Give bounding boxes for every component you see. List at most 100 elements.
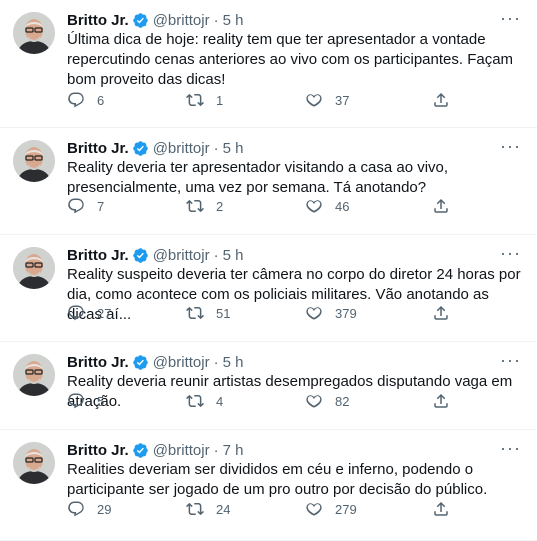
heart-icon <box>306 94 322 107</box>
more-icon[interactable]: ··· <box>500 9 521 27</box>
reply-button[interactable]: 7 <box>67 197 104 215</box>
retweet-count: 4 <box>216 393 224 409</box>
verified-badge-icon <box>132 247 148 263</box>
reply-icon <box>68 198 84 214</box>
share-button[interactable] <box>432 304 450 322</box>
share-icon <box>434 198 448 213</box>
tweet[interactable]: Britto Jr. @brittojr · 5 h ··· Reality d… <box>0 342 537 430</box>
share-icon <box>434 305 448 320</box>
reply-icon <box>68 92 84 108</box>
author-name[interactable]: Britto Jr. <box>67 442 129 459</box>
avatar[interactable] <box>13 354 55 396</box>
timeline-feed: Britto Jr. @brittojr · 5 h ··· Última di… <box>0 0 537 541</box>
verified-badge-icon <box>132 442 148 458</box>
reply-count: 5 <box>97 393 105 409</box>
reply-icon <box>68 501 84 517</box>
like-count: 37 <box>335 92 350 108</box>
like-button[interactable]: 46 <box>305 197 349 215</box>
author-name[interactable]: Britto Jr. <box>67 354 129 371</box>
author-handle[interactable]: @brittojr <box>153 354 210 371</box>
reply-count: 29 <box>97 501 112 517</box>
retweet-count: 24 <box>216 501 231 517</box>
timestamp[interactable]: 5 h <box>223 354 244 371</box>
heart-icon <box>306 307 322 320</box>
retweet-icon <box>186 394 204 408</box>
author-handle[interactable]: @brittojr <box>153 247 210 264</box>
retweet-button[interactable]: 51 <box>186 304 230 322</box>
like-count: 379 <box>335 305 357 321</box>
like-count: 46 <box>335 198 350 214</box>
timestamp[interactable]: 7 h <box>223 442 244 459</box>
more-icon[interactable]: ··· <box>500 439 521 457</box>
like-count: 82 <box>335 393 350 409</box>
reply-count: 7 <box>97 198 105 214</box>
author-handle[interactable]: @brittojr <box>153 442 210 459</box>
separator: · <box>213 353 219 371</box>
author-name[interactable]: Britto Jr. <box>67 247 129 264</box>
tweet-text: Reality suspeito deveria ter câmera no c… <box>67 266 521 323</box>
heart-icon <box>306 503 322 516</box>
timestamp[interactable]: 5 h <box>223 247 244 264</box>
tweet-text: Última dica de hoje: reality tem que ter… <box>67 31 514 88</box>
reply-icon <box>68 305 84 321</box>
timestamp[interactable]: 5 h <box>223 12 244 29</box>
avatar[interactable] <box>13 140 55 182</box>
retweet-icon <box>186 306 204 320</box>
retweet-button[interactable]: 24 <box>186 500 230 518</box>
separator: · <box>213 441 219 459</box>
like-button[interactable]: 279 <box>305 500 357 518</box>
verified-badge-icon <box>132 12 148 28</box>
author-name[interactable]: Britto Jr. <box>67 140 129 157</box>
tweet[interactable]: Britto Jr. @brittojr · 5 h ··· Última di… <box>0 0 537 128</box>
author-handle[interactable]: @brittojr <box>153 140 210 157</box>
more-icon[interactable]: ··· <box>500 351 521 369</box>
retweet-button[interactable]: 1 <box>186 91 223 109</box>
share-button[interactable] <box>432 392 450 410</box>
more-icon[interactable]: ··· <box>500 137 521 155</box>
separator: · <box>213 246 219 264</box>
reply-button[interactable]: 29 <box>67 500 111 518</box>
separator: · <box>213 139 219 157</box>
retweet-button[interactable]: 2 <box>186 197 223 215</box>
reply-count: 6 <box>97 92 105 108</box>
tweet[interactable]: Britto Jr. @brittojr · 5 h ··· Reality d… <box>0 128 537 235</box>
timestamp[interactable]: 5 h <box>223 140 244 157</box>
reply-button[interactable]: 27 <box>67 304 111 322</box>
retweet-count: 51 <box>216 305 231 321</box>
heart-icon <box>306 200 322 213</box>
tweet-text: Reality deveria reunir artistas desempre… <box>67 373 513 410</box>
verified-badge-icon <box>132 354 148 370</box>
like-button[interactable]: 82 <box>305 392 349 410</box>
retweet-icon <box>186 93 204 107</box>
tweet-text: Reality deveria ter apresentador visitan… <box>67 159 449 196</box>
avatar[interactable] <box>13 12 55 54</box>
avatar[interactable] <box>13 247 55 289</box>
retweet-icon <box>186 502 204 516</box>
like-count: 279 <box>335 501 357 517</box>
like-button[interactable]: 37 <box>305 91 349 109</box>
share-button[interactable] <box>432 91 450 109</box>
separator: · <box>213 11 219 29</box>
retweet-button[interactable]: 4 <box>186 392 223 410</box>
avatar[interactable] <box>13 442 55 484</box>
author-name[interactable]: Britto Jr. <box>67 12 129 29</box>
reply-button[interactable]: 6 <box>67 91 104 109</box>
share-button[interactable] <box>432 500 450 518</box>
share-icon <box>434 92 448 107</box>
share-button[interactable] <box>432 197 450 215</box>
share-icon <box>434 393 448 408</box>
reply-icon <box>68 393 84 409</box>
tweet[interactable]: Britto Jr. @brittojr · 7 h ··· Realities… <box>0 430 537 541</box>
like-button[interactable]: 379 <box>305 304 357 322</box>
verified-badge-icon <box>132 140 148 156</box>
reply-count: 27 <box>97 305 112 321</box>
retweet-icon <box>186 199 204 213</box>
reply-button[interactable]: 5 <box>67 392 104 410</box>
author-handle[interactable]: @brittojr <box>153 12 210 29</box>
tweet[interactable]: Britto Jr. @brittojr · 5 h ··· Reality s… <box>0 235 537 342</box>
retweet-count: 2 <box>216 198 224 214</box>
share-icon <box>434 501 448 516</box>
more-icon[interactable]: ··· <box>500 244 521 262</box>
tweet-text: Realities deveriam ser divididos em céu … <box>67 461 488 498</box>
retweet-count: 1 <box>216 92 224 108</box>
